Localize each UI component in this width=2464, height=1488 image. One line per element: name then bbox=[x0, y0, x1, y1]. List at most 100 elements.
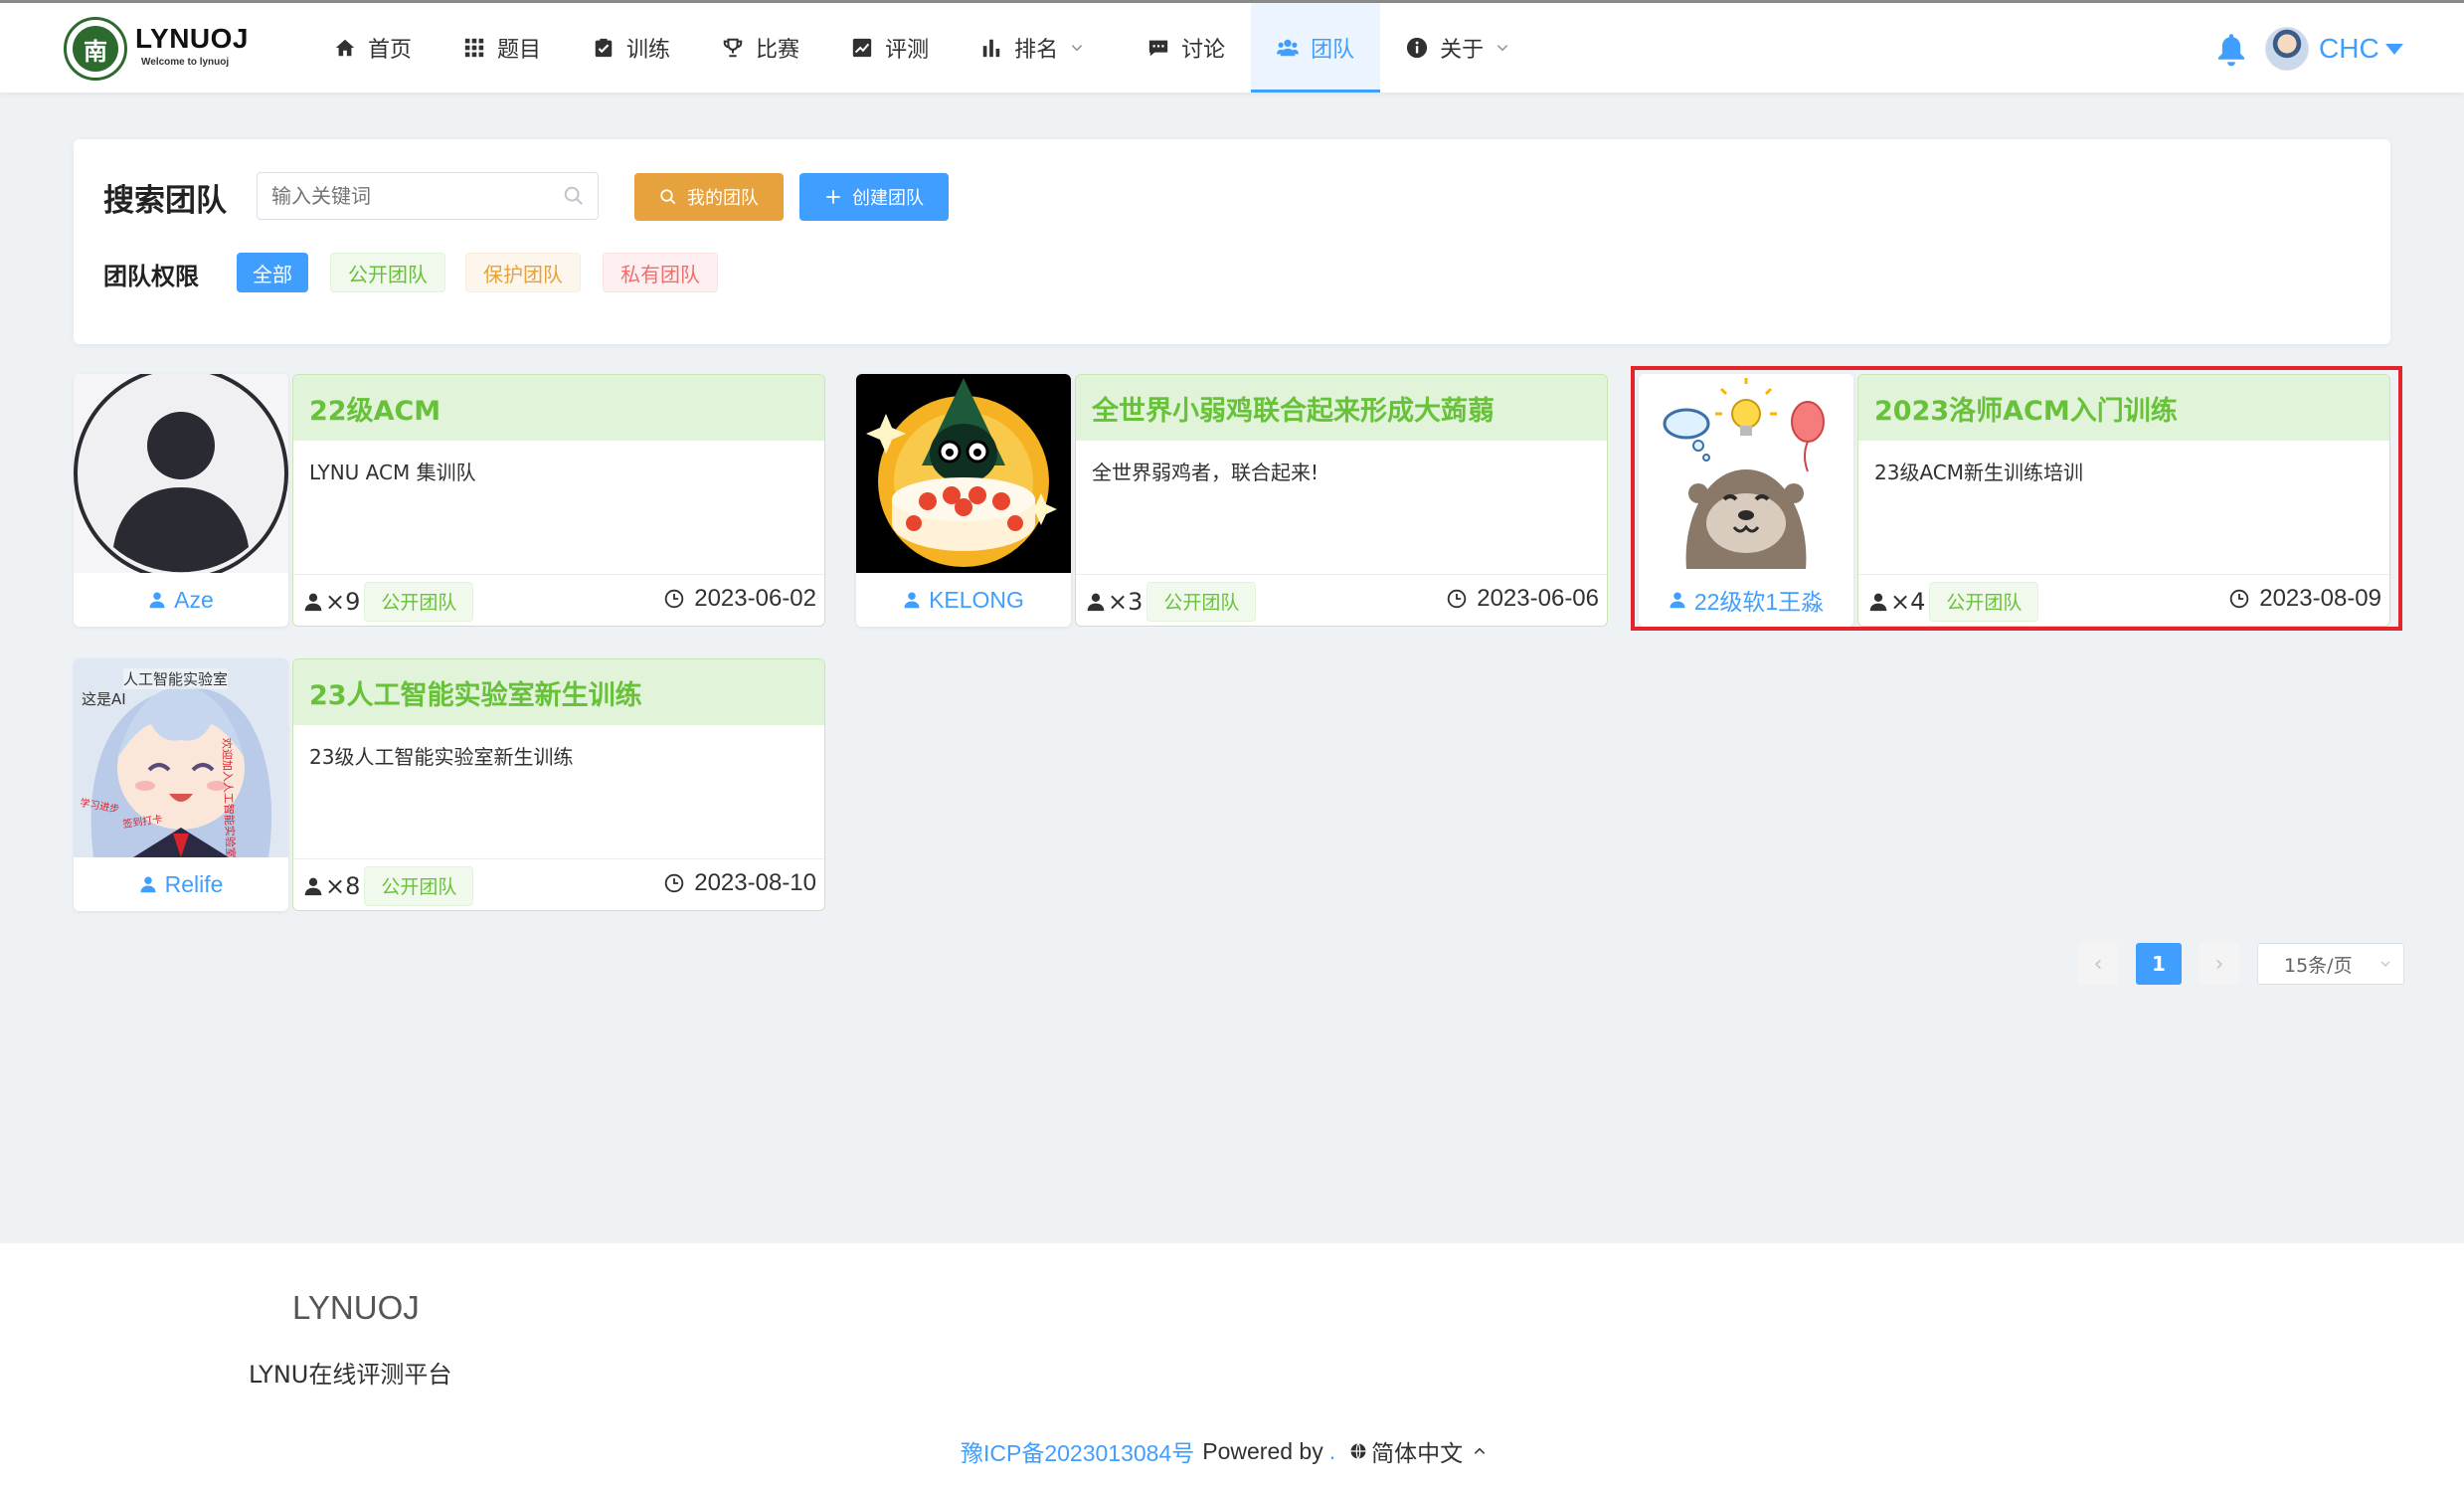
trend-chart-icon bbox=[852, 38, 872, 58]
team-avatar-panel: KELONG bbox=[856, 374, 1071, 627]
team-card[interactable]: KELONG 全世界小弱鸡联合起来形成大蒟蒻 全世界弱鸡者，联合起来! ×3 公… bbox=[856, 374, 1608, 627]
user-icon bbox=[149, 592, 165, 609]
icp-link[interactable]: 豫ICP备2023013084号 bbox=[961, 1434, 1194, 1468]
my-team-button[interactable]: 我的团队 bbox=[634, 173, 784, 221]
page-size-select[interactable]: 15条/页 bbox=[2257, 943, 2404, 985]
nav-item-about[interactable]: 关于 bbox=[1380, 3, 1547, 93]
team-avatar-image bbox=[856, 374, 1071, 573]
language-switcher[interactable]: 简体中文 bbox=[1341, 1434, 1491, 1468]
team-name[interactable]: 22级ACM bbox=[293, 375, 824, 441]
created-date: 2023-06-06 bbox=[1447, 585, 1599, 613]
avatar-note: 这是AI bbox=[82, 690, 126, 708]
filter-private[interactable]: 私有团队 bbox=[603, 253, 718, 292]
team-card[interactable]: Aze 22级ACM LYNU ACM 集训队 ×9 公开团队 2023-06-… bbox=[74, 374, 825, 627]
user-icon bbox=[904, 592, 920, 609]
brand-name[interactable]: LYNUOJ bbox=[135, 23, 249, 55]
team-name[interactable]: 全世界小弱鸡联合起来形成大蒟蒻 bbox=[1076, 375, 1607, 441]
navbar: 南 LYNUOJ Welcome to lynuoj 首页 题目 训练 比赛 评… bbox=[0, 3, 2464, 93]
filter-all[interactable]: 全部 bbox=[237, 253, 308, 292]
cake-avatar bbox=[856, 374, 1071, 573]
team-owner[interactable]: Aze bbox=[74, 577, 288, 623]
home-icon bbox=[335, 39, 355, 57]
team-card[interactable]: 欢迎加入人工智能实验室 学习进步 签到打卡 人工智能实验室 这是AI Relif… bbox=[74, 658, 825, 911]
bell-icon[interactable] bbox=[2215, 33, 2247, 67]
user-avatar[interactable] bbox=[2265, 27, 2309, 71]
clock-icon bbox=[1447, 589, 1467, 609]
chevron-down-icon bbox=[2380, 961, 2390, 967]
create-team-button[interactable]: 创建团队 bbox=[799, 173, 949, 221]
team-info: 23人工智能实验室新生训练 23级人工智能实验室新生训练 ×8 公开团队 202… bbox=[292, 658, 825, 911]
search-input[interactable] bbox=[257, 172, 599, 220]
team-avatar-image: 欢迎加入人工智能实验室 学习进步 签到打卡 人工智能实验室 这是AI bbox=[74, 658, 288, 857]
search-title: 搜索团队 bbox=[103, 183, 227, 219]
page-number-current[interactable]: 1 bbox=[2136, 943, 2182, 985]
team-avatar-image bbox=[74, 374, 288, 573]
bar-chart-icon bbox=[982, 39, 1000, 58]
created-date: 2023-06-02 bbox=[664, 585, 816, 613]
created-date: 2023-08-10 bbox=[664, 869, 816, 897]
nav-item-discussion[interactable]: 讨论 bbox=[1122, 3, 1251, 93]
default-user-avatar bbox=[74, 374, 288, 573]
powered-by: Powered by bbox=[1202, 1437, 1323, 1464]
user-menu[interactable]: CHC bbox=[2319, 33, 2403, 65]
main-menu: 首页 题目 训练 比赛 评测 排名 讨论 团队 关于 bbox=[308, 3, 1547, 93]
privacy-tag: 公开团队 bbox=[364, 865, 474, 906]
clock-icon bbox=[664, 589, 684, 609]
team-info: 22级ACM LYNU ACM 集训队 ×9 公开团队 2023-06-02 bbox=[292, 374, 825, 627]
team-footer: ×8 公开团队 2023-08-10 bbox=[293, 858, 824, 910]
permission-label: 团队权限 bbox=[103, 263, 199, 290]
nav-item-home[interactable]: 首页 bbox=[308, 3, 438, 93]
team-avatar-panel: 欢迎加入人工智能实验室 学习进步 签到打卡 人工智能实验室 这是AI Relif… bbox=[74, 658, 288, 911]
member-count: ×3 bbox=[1086, 588, 1143, 616]
trophy-icon bbox=[723, 38, 743, 58]
chevron-down-icon bbox=[1071, 45, 1083, 52]
team-footer: ×9 公开团队 2023-06-02 bbox=[293, 574, 824, 626]
plus-icon bbox=[826, 190, 840, 204]
team-avatar-panel: Aze bbox=[74, 374, 288, 627]
brand-tagline: Welcome to lynuoj bbox=[141, 57, 230, 68]
team-description: 全世界弱鸡者，联合起来! bbox=[1092, 461, 1320, 484]
info-icon bbox=[1407, 37, 1428, 59]
user-icon bbox=[304, 877, 322, 895]
chevron-down-icon bbox=[1496, 45, 1508, 52]
footer: LYNUOJ LYNU在线评测平台 豫ICP备2023013084号 Power… bbox=[0, 1243, 2464, 1488]
nav-item-training[interactable]: 训练 bbox=[567, 3, 696, 93]
user-icon bbox=[1087, 593, 1105, 611]
nav-item-team[interactable]: 团队 bbox=[1251, 3, 1381, 93]
team-owner[interactable]: KELONG bbox=[856, 577, 1071, 623]
privacy-tag: 公开团队 bbox=[1146, 581, 1257, 622]
team-info: 全世界小弱鸡联合起来形成大蒟蒻 全世界弱鸡者，联合起来! ×3 公开团队 202… bbox=[1075, 374, 1608, 627]
member-count: ×8 bbox=[303, 872, 360, 900]
highlight-box bbox=[1631, 366, 2402, 631]
user-icon bbox=[140, 876, 156, 893]
nav-item-ranking[interactable]: 排名 bbox=[955, 3, 1122, 93]
filter-protected[interactable]: 保护团队 bbox=[465, 253, 581, 292]
team-name[interactable]: 23人工智能实验室新生训练 bbox=[293, 659, 824, 725]
team-description: LYNU ACM 集训队 bbox=[309, 461, 476, 484]
footer-bottom: 豫ICP备2023013084号 Powered by . 简体中文 bbox=[961, 1434, 1491, 1468]
clock-icon bbox=[664, 873, 684, 893]
member-count: ×9 bbox=[303, 588, 360, 616]
caret-down-icon bbox=[2384, 43, 2403, 55]
search-icon bbox=[660, 189, 676, 205]
nav-item-judge[interactable]: 评测 bbox=[825, 3, 955, 93]
grid-icon bbox=[464, 38, 484, 58]
prev-page-button[interactable]: ‹ bbox=[2078, 943, 2118, 985]
user-icon bbox=[304, 593, 322, 611]
footer-title: LYNUOJ bbox=[292, 1289, 420, 1326]
team-description: 23级人工智能实验室新生训练 bbox=[309, 745, 574, 769]
next-page-button[interactable]: › bbox=[2200, 943, 2239, 985]
team-footer: ×3 公开团队 2023-06-06 bbox=[1076, 574, 1607, 626]
powered-by-link[interactable]: . bbox=[1329, 1438, 1335, 1465]
comment-icon bbox=[1148, 40, 1168, 57]
nav-item-problems[interactable]: 题目 bbox=[438, 3, 567, 93]
nav-item-contest[interactable]: 比赛 bbox=[696, 3, 825, 93]
footer-subtitle: LYNU在线评测平台 bbox=[249, 1361, 452, 1389]
search-icon[interactable] bbox=[563, 185, 585, 207]
filter-public[interactable]: 公开团队 bbox=[330, 253, 445, 292]
site-logo[interactable]: 南 bbox=[64, 17, 127, 81]
team-owner[interactable]: Relife bbox=[74, 861, 288, 907]
search-panel: 搜索团队 我的团队 创建团队 团队权限 全部 公开团队 保护团队 私有团队 bbox=[74, 139, 2390, 344]
privacy-tag: 公开团队 bbox=[364, 581, 474, 622]
chevron-up-icon bbox=[1474, 1447, 1486, 1454]
